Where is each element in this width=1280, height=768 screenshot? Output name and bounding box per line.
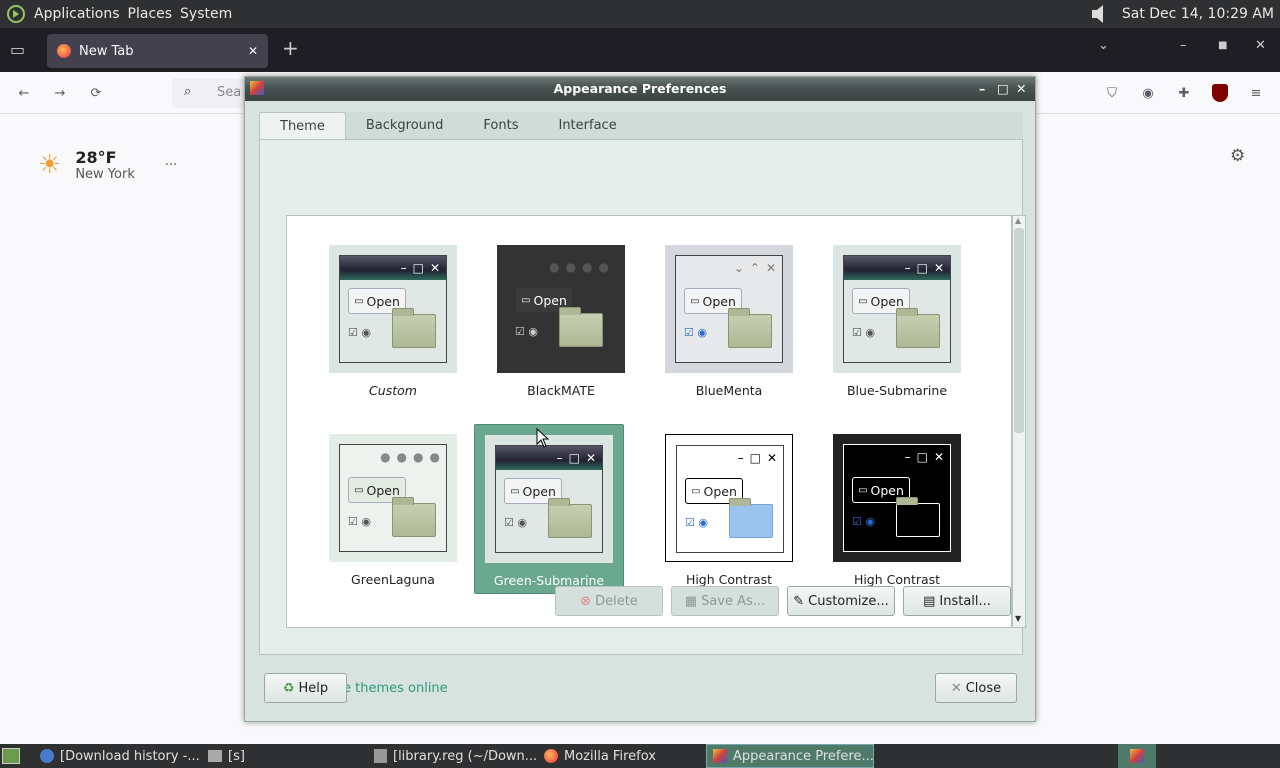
theme-name: Custom	[369, 383, 417, 398]
pocket-icon[interactable]: ⛉	[1098, 79, 1126, 107]
task-mozilla-firefox[interactable]: Mozilla Firefox	[538, 744, 704, 768]
theme-item[interactable]: – □ ✕ ▭ Open ☑ ◉ High Contrast	[822, 434, 972, 604]
applications-menu[interactable]: Applications	[30, 6, 124, 22]
weather-temperature: 28°F	[75, 148, 117, 167]
clock[interactable]: Sat Dec 14, 10:29 AM	[1122, 6, 1274, 22]
dialog-tabs: Theme Background Fonts Interface	[259, 112, 1023, 140]
tab-title: New Tab	[79, 43, 134, 59]
weather-widget[interactable]: ☀ 28°F New York ···	[38, 148, 177, 182]
url-bar[interactable]: ⌕ Sea	[172, 78, 252, 108]
workspace-switcher[interactable]	[1118, 744, 1156, 768]
theme-list-scrollbar[interactable]: ▲ ▼	[1012, 215, 1026, 628]
task-appearance-preferences[interactable]: Appearance Prefere...	[706, 744, 874, 768]
edit-icon: ✎	[793, 593, 805, 609]
system-menu[interactable]: System	[176, 6, 236, 22]
theme-thumbnail: – □ ✕ ▭ Open ☑ ◉	[485, 435, 613, 563]
reload-icon[interactable]: ⟳	[82, 79, 110, 107]
close-window-icon[interactable]: ✕	[1255, 38, 1266, 53]
new-tab-button[interactable]: +	[282, 36, 299, 60]
theme-thumbnail: ● ● ● ● ▭ Open ☑ ◉	[329, 434, 457, 562]
close-tab-icon[interactable]: ✕	[248, 44, 258, 58]
theme-name: BlueMenta	[695, 383, 763, 398]
save-as-button[interactable]: ▦ Save As...	[671, 586, 779, 616]
tab-new-tab[interactable]: New Tab ✕	[47, 34, 268, 68]
theme-thumbnail: ● ● ● ● ▭ Open ☑ ◉	[497, 245, 625, 373]
places-menu[interactable]: Places	[124, 6, 177, 22]
help-icon: ♻	[282, 680, 295, 696]
text-editor-icon	[374, 749, 387, 763]
menu-icon[interactable]: ≡	[1242, 79, 1270, 107]
mouse-cursor-icon	[536, 428, 550, 448]
forward-icon[interactable]: →	[46, 79, 74, 107]
appearance-icon	[713, 749, 727, 763]
list-tabs-icon[interactable]: ⌄	[1098, 38, 1109, 53]
task-library-reg[interactable]: [library.reg (~/Down...	[368, 744, 538, 768]
theme-thumbnail: ⌄ ⌃ ✕ ▭ Open ☑ ◉	[665, 245, 793, 373]
tab-interface[interactable]: Interface	[538, 112, 636, 139]
theme-item[interactable]: – □ ✕ ▭ Open ☑ ◉ High Contrast	[654, 434, 804, 604]
dialog-app-icon	[250, 81, 264, 95]
volume-icon[interactable]	[1088, 4, 1112, 24]
theme-item[interactable]: – □ ✕ ▭ Open ☑ ◉ Green-Submarine	[474, 424, 624, 594]
tab-fonts[interactable]: Fonts	[463, 112, 538, 139]
dialog-close-icon[interactable]: ✕	[1016, 77, 1026, 101]
dialog-minimize-icon[interactable]: –	[979, 77, 985, 101]
theme-thumbnail: – □ ✕ ▭ Open ☑ ◉	[329, 245, 457, 373]
dialog-title: Appearance Preferences	[553, 81, 727, 96]
theme-name: GreenLaguna	[351, 572, 435, 587]
help-button[interactable]: ♻ Help	[264, 673, 347, 703]
appearance-preferences-dialog: Appearance Preferences – □ ✕ Theme Backg…	[244, 76, 1036, 722]
task-folder-s[interactable]: [s]	[202, 744, 362, 768]
account-icon[interactable]: ◉	[1134, 79, 1162, 107]
theme-thumbnail: – □ ✕ ▭ Open ☑ ◉	[833, 434, 961, 562]
theme-list[interactable]: – □ ✕ ▭ Open ☑ ◉ Custom ● ● ● ● ▭ Open ☑ ◉ BlackMATE ⌄ ⌃…	[286, 215, 1012, 628]
extensions-icon[interactable]: ✚	[1170, 79, 1198, 107]
dialog-titlebar[interactable]: Appearance Preferences – □ ✕	[245, 77, 1035, 101]
scrollbar-thumb[interactable]	[1014, 228, 1024, 433]
weather-more-icon[interactable]: ···	[165, 158, 177, 173]
install-button[interactable]: ▤ Install...	[903, 586, 1011, 616]
bottom-taskbar: [Download history -... [s] [library.reg …	[0, 744, 1280, 768]
theme-name: Blue-Submarine	[846, 383, 948, 398]
maximize-icon[interactable]: ■	[1218, 40, 1227, 51]
theme-item[interactable]: ● ● ● ● ▭ Open ☑ ◉ BlackMATE	[486, 245, 636, 415]
search-icon: ⌕	[184, 84, 192, 99]
theme-name: High Contrast	[685, 572, 773, 587]
theme-item[interactable]: – □ ✕ ▭ Open ☑ ◉ Custom	[318, 245, 468, 415]
save-icon: ▦	[684, 593, 698, 609]
weather-city: New York	[75, 167, 135, 182]
browser-icon	[40, 749, 54, 763]
tab-theme[interactable]: Theme	[259, 112, 346, 139]
firefox-icon	[57, 44, 71, 58]
theme-thumbnail: – □ ✕ ▭ Open ☑ ◉	[665, 434, 793, 562]
close-button[interactable]: ✕ Close	[935, 673, 1017, 703]
tab-overview-icon[interactable]: ▭	[10, 40, 25, 59]
install-icon: ▤	[923, 593, 936, 609]
dialog-maximize-icon[interactable]: □	[997, 77, 1009, 101]
customize-button[interactable]: ✎ Customize...	[787, 586, 895, 616]
top-panel: Applications Places System Sat Dec 14, 1…	[0, 0, 1280, 28]
theme-name: High Contrast	[853, 572, 941, 587]
ublock-icon[interactable]	[1212, 84, 1228, 102]
search-input[interactable]: Sea	[217, 85, 241, 100]
theme-item[interactable]: ● ● ● ● ▭ Open ☑ ◉ GreenLaguna	[318, 434, 468, 604]
newtab-settings-icon[interactable]: ⚙	[1230, 146, 1245, 166]
sun-icon: ☀	[38, 150, 62, 180]
theme-tab-panel: – □ ✕ ▭ Open ☑ ◉ Custom ● ● ● ● ▭ Open ☑ ◉ BlackMATE ⌄ ⌃…	[259, 140, 1026, 696]
back-icon[interactable]: ←	[10, 79, 38, 107]
delete-icon: ⊗	[580, 593, 592, 609]
folder-icon	[208, 750, 222, 762]
theme-name: BlackMATE	[527, 383, 595, 398]
minimize-icon[interactable]: –	[1180, 38, 1187, 53]
show-desktop-icon[interactable]	[2, 744, 24, 768]
delete-button[interactable]: ⊗ Delete	[555, 586, 663, 616]
close-icon: ✕	[950, 680, 962, 696]
mate-logo-icon[interactable]	[6, 4, 26, 24]
tab-background[interactable]: Background	[346, 112, 464, 139]
theme-thumbnail: – □ ✕ ▭ Open ☑ ◉	[833, 245, 961, 373]
theme-item[interactable]: ⌄ ⌃ ✕ ▭ Open ☑ ◉ BlueMenta	[654, 245, 804, 415]
task-download-history[interactable]: [Download history -...	[34, 744, 200, 768]
firefox-icon	[544, 749, 558, 763]
theme-item[interactable]: – □ ✕ ▭ Open ☑ ◉ Blue-Submarine	[822, 245, 972, 415]
